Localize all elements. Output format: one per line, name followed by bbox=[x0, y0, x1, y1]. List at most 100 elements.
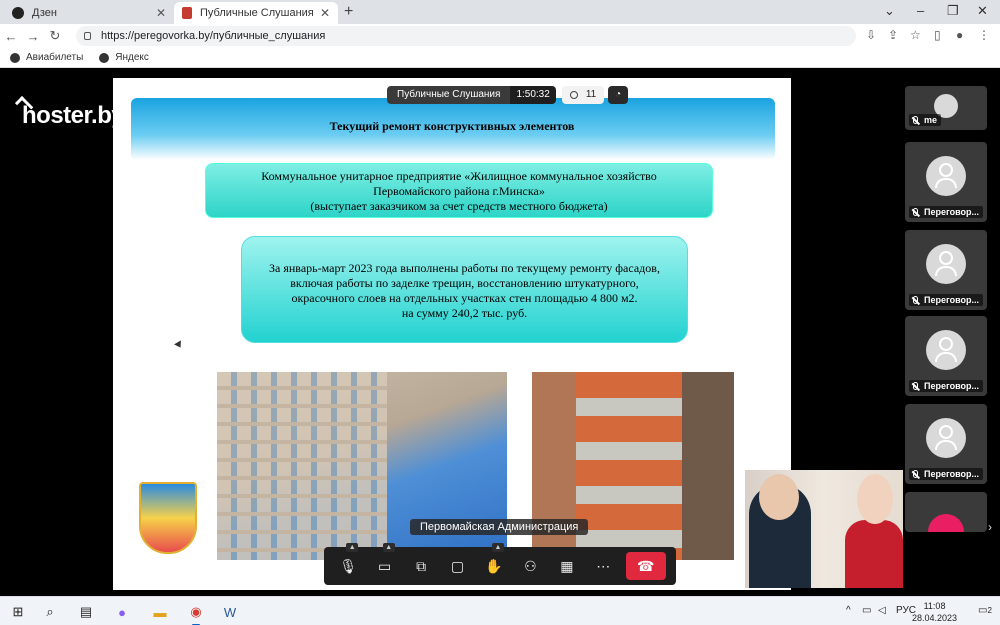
speaker-video-tile[interactable] bbox=[745, 470, 903, 588]
conference-title: Публичные Слушания bbox=[387, 86, 511, 104]
restore-icon[interactable]: ❐ bbox=[947, 3, 959, 19]
hang-up-button[interactable]: ☎ bbox=[625, 552, 666, 580]
participants-icon bbox=[569, 91, 578, 99]
forward-arrow-icon[interactable]: → bbox=[22, 29, 44, 44]
phone-hangup-icon: ☎ bbox=[636, 557, 655, 574]
person-left-head bbox=[759, 474, 799, 520]
participant-name-tag: Переговор... bbox=[909, 206, 984, 218]
chrome-icon[interactable]: ◉ bbox=[186, 602, 206, 625]
chevron-up-icon[interactable]: ▲ bbox=[382, 543, 395, 552]
more-button[interactable]: ⋯ bbox=[589, 552, 617, 580]
customer-line: Первомайского района г.Минска» bbox=[373, 184, 545, 198]
task-view-icon[interactable]: ▤ bbox=[76, 602, 96, 622]
volume-icon[interactable]: ◁ bbox=[878, 605, 886, 616]
customer-line: Коммунальное унитарное предприятие «Жили… bbox=[261, 169, 657, 183]
current-speaker-label: Первомайская Администрация bbox=[410, 519, 589, 535]
speed-meter-icon[interactable]: ◔ bbox=[608, 86, 629, 104]
clock-date: 28.04.2023 bbox=[912, 613, 958, 623]
summary-line: на сумму 240,2 тыс. руб. bbox=[401, 306, 528, 320]
minimize-icon[interactable]: – bbox=[917, 3, 924, 18]
chevron-up-icon[interactable]: ▲ bbox=[346, 543, 359, 552]
grid-icon: ▦ bbox=[560, 557, 574, 574]
bookmark-yandex[interactable]: Яндекс bbox=[99, 52, 149, 63]
kebab-menu-icon[interactable]: ⋮ bbox=[978, 28, 990, 42]
address-bar-row: ← → ↻ https://peregovorka.by/публичные_с… bbox=[0, 24, 1000, 48]
close-icon[interactable]: ✕ bbox=[156, 6, 166, 20]
conference-top-bar: Публичные Слушания 1:50:32 11 ◔ bbox=[387, 86, 629, 104]
tree bbox=[682, 372, 734, 560]
district-emblem-icon bbox=[139, 482, 197, 554]
tray-expand-icon[interactable]: ^ bbox=[846, 605, 851, 616]
tab-dzen[interactable]: Дзен ✕ bbox=[4, 2, 174, 24]
chat-button[interactable]: ▢ bbox=[444, 552, 472, 580]
side-panel-icon[interactable]: ▯ bbox=[934, 28, 941, 42]
reload-icon[interactable]: ↻ bbox=[44, 28, 66, 44]
slide-title: Текущий ремонт конструктивных элементов bbox=[329, 119, 575, 133]
url-field[interactable]: https://peregovorka.by/публичные_слушани… bbox=[76, 26, 856, 46]
brand-text: hoster.by bbox=[22, 102, 125, 129]
participant-name: Переговор... bbox=[924, 381, 980, 391]
participant-tile[interactable]: Переговор... bbox=[905, 404, 987, 484]
raise-hand-button[interactable]: ▲ ✋ bbox=[480, 543, 508, 580]
network-icon[interactable]: ▭ bbox=[862, 605, 871, 616]
participant-name: Переговор... bbox=[924, 295, 980, 305]
clock-time: 11:08 bbox=[923, 601, 946, 611]
conference-stage: hoster.by Текущий ремонт конструктивных … bbox=[0, 68, 1000, 596]
customer-box: Коммунальное унитарное предприятие «Жили… bbox=[205, 163, 713, 218]
camera-toggle-button[interactable]: ▲ ▭ bbox=[371, 543, 399, 580]
participants-button[interactable]: 11 bbox=[561, 86, 605, 104]
participant-name: me bbox=[924, 115, 938, 125]
presentation-slide: Текущий ремонт конструктивных элементов … bbox=[113, 78, 791, 590]
participants-toolbar-button[interactable]: ⚇ bbox=[516, 552, 544, 580]
participant-name-tag: Переговор... bbox=[909, 380, 984, 392]
word-icon[interactable]: W bbox=[220, 602, 240, 622]
bookmark-label: Авиабилеты bbox=[26, 52, 84, 63]
avatar bbox=[926, 418, 966, 458]
avatar bbox=[926, 244, 966, 284]
participant-name-tag: Переговор... bbox=[909, 468, 984, 480]
summary-line: За январь-март 2023 года выполнены работ… bbox=[269, 261, 660, 275]
profile-avatar-icon[interactable]: ● bbox=[956, 28, 963, 42]
chevron-up-icon[interactable]: ▲ bbox=[491, 543, 504, 552]
avatar bbox=[928, 514, 964, 532]
system-clock[interactable]: 11:08 28.04.2023 bbox=[912, 600, 957, 624]
participant-tile-me[interactable]: me bbox=[905, 86, 987, 130]
back-arrow-icon[interactable]: ← bbox=[0, 29, 22, 44]
person-right-head bbox=[857, 474, 893, 524]
bookmark-star-icon[interactable]: ☆ bbox=[910, 28, 921, 42]
new-tab-plus-icon[interactable]: + bbox=[344, 3, 353, 21]
chevron-down-icon[interactable]: ⌄ bbox=[884, 3, 895, 19]
mic-muted-icon bbox=[913, 296, 918, 304]
summary-line: включая работы по заделке трещин, восста… bbox=[290, 276, 639, 290]
alice-assistant-icon[interactable]: ● bbox=[112, 602, 132, 622]
mic-toggle-button[interactable]: ▲ 🎙 bbox=[334, 543, 362, 580]
search-icon[interactable]: ⌕ bbox=[40, 602, 60, 622]
chat-icon: ▢ bbox=[450, 557, 465, 574]
mic-muted-icon bbox=[913, 382, 918, 390]
browser-tab-bar: Дзен ✕ Публичные Слушания | Peregov ✕ + … bbox=[0, 0, 1000, 24]
tile-view-button[interactable]: ▦ bbox=[553, 552, 581, 580]
bookmarks-bar: Авиабилеты Яндекс bbox=[0, 48, 1000, 68]
notifications-icon[interactable]: ▭2 bbox=[978, 605, 992, 616]
lock-icon bbox=[84, 32, 91, 40]
close-icon[interactable]: ✕ bbox=[320, 6, 330, 20]
file-explorer-icon[interactable]: ▬ bbox=[150, 602, 170, 622]
mic-muted-icon bbox=[913, 470, 918, 478]
screen-share-icon: ⧉ bbox=[416, 557, 427, 574]
bookmark-aviabilety[interactable]: Авиабилеты bbox=[10, 52, 83, 63]
tab-public-hearings[interactable]: Публичные Слушания | Peregov ✕ bbox=[174, 2, 338, 24]
people-icon: ⚇ bbox=[524, 557, 537, 574]
screen-share-button[interactable]: ⧉ bbox=[407, 552, 435, 580]
participant-tile[interactable]: Переговор... bbox=[905, 142, 987, 222]
windows-start-icon[interactable]: ⊞ bbox=[8, 602, 28, 622]
install-app-icon[interactable]: ⇩ bbox=[866, 28, 876, 42]
participant-tile[interactable]: Переговор... bbox=[905, 316, 987, 396]
person-right bbox=[845, 520, 903, 588]
share-icon[interactable]: ⇪ bbox=[888, 28, 898, 42]
window-close-icon[interactable]: ✕ bbox=[977, 3, 988, 19]
customer-line: (выступает заказчиком за счет средств ме… bbox=[310, 199, 608, 213]
url-text: https://peregovorka.by/публичные_слушани… bbox=[101, 30, 326, 42]
chevron-right-icon[interactable]: › bbox=[988, 520, 992, 534]
participant-tile-partial[interactable] bbox=[905, 492, 987, 532]
participant-tile[interactable]: Переговор... bbox=[905, 230, 987, 310]
